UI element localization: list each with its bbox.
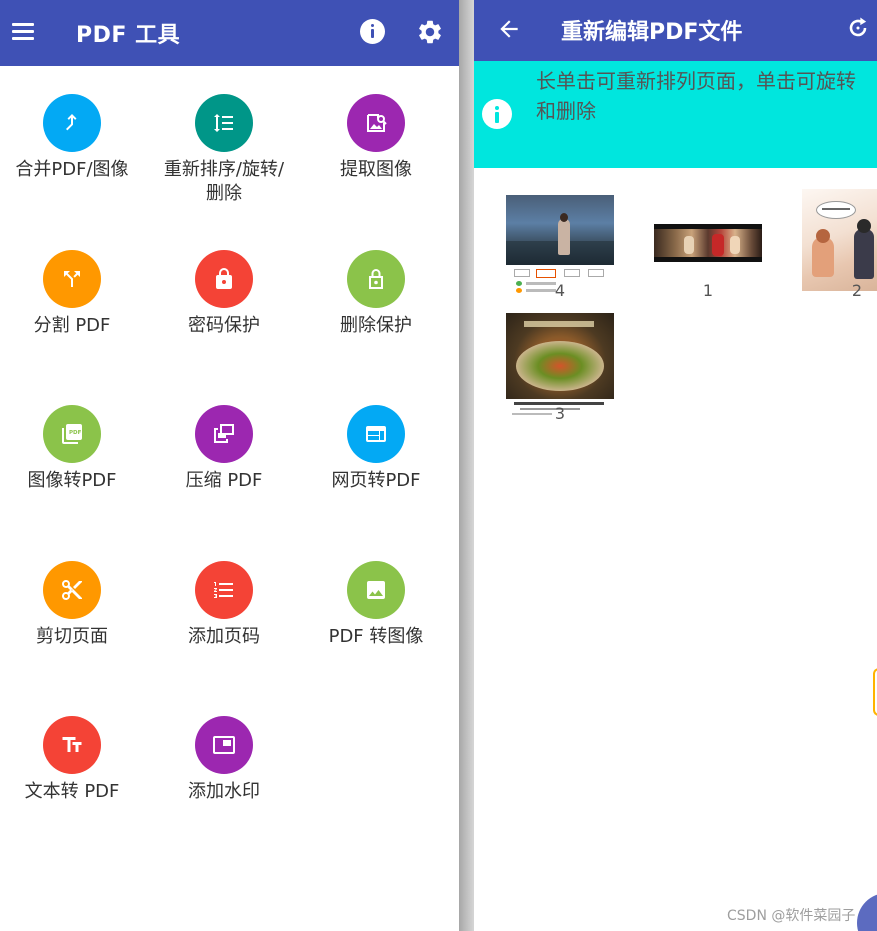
svg-text:PDF: PDF	[69, 430, 82, 436]
page-thumbnail[interactable]	[506, 189, 614, 296]
arrow-back-icon[interactable]	[496, 16, 522, 42]
edge-tab[interactable]	[873, 668, 877, 716]
tool-label: 文本转 PDF	[24, 781, 120, 802]
tool-label: 重新排序/旋转/删除	[148, 158, 300, 206]
app-bar: PDF 工具	[0, 0, 459, 66]
unlock-icon	[347, 250, 405, 308]
pdf-tools-screen: PDF 工具 合并PDF/图像 重新排序/旋转/删除 提取图像 分割 PDF 密…	[0, 0, 459, 931]
text-icon	[43, 716, 101, 774]
tool-label: 图像转PDF	[27, 470, 117, 491]
tool-label: 压缩 PDF	[185, 470, 263, 491]
hamburger-menu-icon[interactable]	[12, 22, 34, 40]
page-number: 2	[851, 281, 863, 300]
merge-icon	[43, 94, 101, 152]
watermark-icon	[195, 716, 253, 774]
page-number: 1	[702, 281, 714, 300]
app-bar: 重新编辑PDF文件	[474, 0, 877, 61]
lock-icon	[195, 250, 253, 308]
scissors-icon	[43, 561, 101, 619]
web-icon	[347, 405, 405, 463]
numbered-list-icon	[195, 561, 253, 619]
banner-line-2: 和删除	[536, 99, 596, 123]
compress-icon	[195, 405, 253, 463]
screen-divider	[459, 0, 474, 931]
image-icon	[347, 561, 405, 619]
image-to-pdf-icon: PDF	[43, 405, 101, 463]
page-thumbnail[interactable]	[654, 224, 762, 262]
split-icon	[43, 250, 101, 308]
banner-line-1: 长单击可重新排列页面，单击可旋转	[536, 69, 856, 93]
tool-label: 网页转PDF	[331, 470, 421, 491]
tool-label-line2: 删除	[206, 183, 242, 204]
tool-label: 删除保护	[340, 315, 412, 336]
tool-label: 添加水印	[188, 781, 260, 802]
page-thumbnail[interactable]	[802, 189, 877, 291]
info-banner: 长单击可重新排列页面，单击可旋转 和删除	[474, 61, 877, 168]
tool-label: 提取图像	[340, 159, 412, 180]
csdn-watermark: CSDN @软件菜园子	[727, 908, 856, 924]
tool-label: PDF 转图像	[328, 626, 424, 647]
tool-label: 分割 PDF	[33, 315, 111, 336]
app-title: PDF 工具	[76, 23, 181, 48]
tool-label: 剪切页面	[36, 626, 108, 647]
info-icon	[482, 99, 512, 129]
tool-label: 密码保护	[188, 315, 260, 336]
page-number: 4	[554, 281, 566, 300]
tool-label: 合并PDF/图像	[15, 159, 129, 180]
info-icon[interactable]	[360, 19, 385, 44]
banner-text: 长单击可重新排列页面，单击可旋转 和删除	[536, 66, 877, 126]
page-number: 3	[554, 404, 566, 423]
tool-label: 添加页码	[188, 626, 260, 647]
reorder-icon	[195, 94, 253, 152]
tool-label-line1: 重新排序/旋转/	[163, 159, 285, 180]
rearrange-pdf-screen: 重新编辑PDF文件 长单击可重新排列页面，单击可旋转 和删除 4 1 2 3	[474, 0, 877, 931]
gear-icon[interactable]	[416, 18, 444, 46]
extract-image-icon	[347, 94, 405, 152]
rotate-icon[interactable]	[844, 14, 872, 42]
screen-title: 重新编辑PDF文件	[561, 20, 743, 45]
